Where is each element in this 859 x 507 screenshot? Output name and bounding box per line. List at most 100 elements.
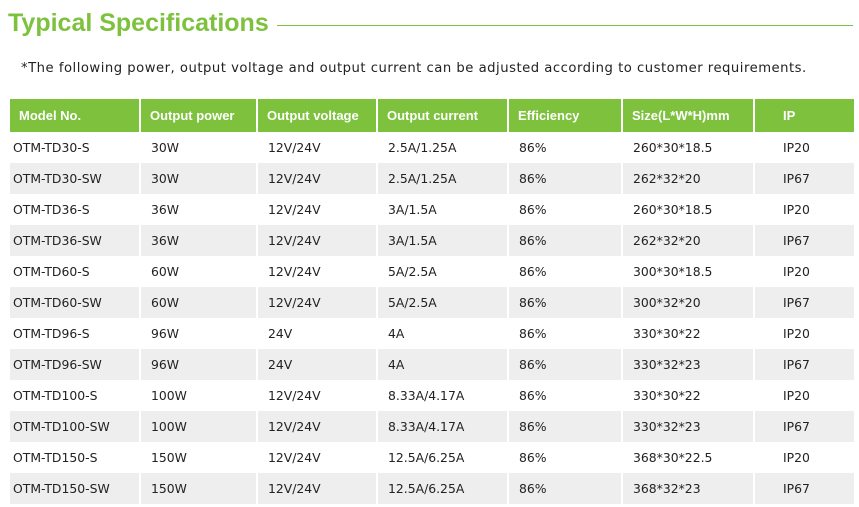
efficiency-cell: 86% bbox=[508, 473, 623, 504]
model-no-cell: OTM-TD100-S bbox=[10, 380, 141, 411]
table-row: OTM-TD100-S 100W 12V/24V 8.33A/4.17A 86% 330*… bbox=[10, 380, 854, 411]
header-size: Size(L*W*H)mm bbox=[622, 99, 755, 132]
size-cell: 330*32*23 bbox=[622, 411, 755, 442]
efficiency-cell: 86% bbox=[508, 411, 623, 442]
efficiency-cell: 86% bbox=[508, 256, 623, 287]
size-cell: 368*32*23 bbox=[622, 473, 755, 504]
model-no-cell: OTM-TD150-SW bbox=[10, 473, 141, 504]
output-power-cell: 150W bbox=[140, 442, 258, 473]
table-row: OTM-TD30-S 30W 12V/24V 2.5A/1.25A 86% 260*30*… bbox=[10, 132, 854, 163]
output-voltage-cell: 12V/24V bbox=[257, 380, 378, 411]
model-no-cell: OTM-TD150-S bbox=[10, 442, 141, 473]
output-power-cell: 100W bbox=[140, 411, 258, 442]
header-model-no: Model No. bbox=[10, 99, 141, 132]
model-no-cell: OTM-TD96-SW bbox=[10, 349, 141, 380]
output-voltage-cell: 24V bbox=[257, 349, 378, 380]
size-cell: 300*30*18.5 bbox=[622, 256, 755, 287]
output-current-cell: 12.5A/6.25A bbox=[377, 473, 509, 504]
ip-cell: IP20 bbox=[783, 326, 810, 341]
header-efficiency: Efficiency bbox=[508, 99, 623, 132]
efficiency-cell: 86% bbox=[508, 442, 623, 473]
model-no-cell: OTM-TD36-SW bbox=[10, 225, 141, 256]
table-row: OTM-TD150-SW 150W 12V/24V 12.5A/6.25A 86% 368… bbox=[10, 473, 854, 504]
model-no-cell: OTM-TD100-SW bbox=[10, 411, 141, 442]
table-row: OTM-TD36-SW 36W 12V/24V 3A/1.5A 86% 262*32*20… bbox=[10, 225, 854, 256]
output-power-cell: 36W bbox=[140, 194, 258, 225]
table-body: OTM-TD30-S 30W 12V/24V 2.5A/1.25A 86% 260*30*… bbox=[10, 132, 854, 504]
table-row: OTM-TD96-SW 96W 24V 4A 86% 330*32*23 IP67 bbox=[10, 349, 854, 380]
header-output-voltage: Output voltage bbox=[257, 99, 378, 132]
output-current-cell: 4A bbox=[377, 349, 509, 380]
output-power-cell: 30W bbox=[140, 163, 258, 194]
table-header-row: Model No. Output power Output voltage Ou… bbox=[10, 99, 854, 132]
efficiency-cell: 86% bbox=[508, 225, 623, 256]
output-power-cell: 60W bbox=[140, 256, 258, 287]
size-cell: 300*32*20 bbox=[622, 287, 755, 318]
spec-table: Model No. Output power Output voltage Ou… bbox=[10, 99, 854, 504]
model-no-cell: OTM-TD96-S bbox=[10, 318, 141, 349]
ip-cell: IP67 bbox=[754, 473, 854, 504]
ip-cell: IP67 bbox=[754, 225, 854, 256]
ip-cell: IP20 bbox=[783, 388, 810, 403]
table-row: OTM-TD36-S 36W 12V/24V 3A/1.5A 86% 260*30*18.… bbox=[10, 194, 854, 225]
output-power-cell: 96W bbox=[140, 318, 258, 349]
page-title: Typical Specifications bbox=[8, 8, 269, 37]
output-voltage-cell: 12V/24V bbox=[257, 225, 378, 256]
output-voltage-cell: 12V/24V bbox=[257, 473, 378, 504]
efficiency-cell: 86% bbox=[508, 163, 623, 194]
ip-cell: IP20 bbox=[783, 264, 810, 279]
ip-cell: IP67 bbox=[754, 411, 854, 442]
output-power-cell: 96W bbox=[140, 349, 258, 380]
output-power-cell: 36W bbox=[140, 225, 258, 256]
spec-page: Typical Specifications *The following po… bbox=[0, 0, 859, 507]
output-power-cell: 60W bbox=[140, 287, 258, 318]
output-current-cell: 8.33A/4.17A bbox=[377, 380, 509, 411]
output-voltage-cell: 12V/24V bbox=[257, 256, 378, 287]
size-cell: 330*30*22 bbox=[622, 380, 755, 411]
ip-cell: IP20 bbox=[783, 202, 810, 217]
ip-cell: IP20 bbox=[783, 450, 810, 465]
title-divider bbox=[276, 24, 853, 26]
table-row: OTM-TD30-SW 30W 12V/24V 2.5A/1.25A 86% 262*32… bbox=[10, 163, 854, 194]
table-row: OTM-TD100-SW 100W 12V/24V 8.33A/4.17A 86% 330… bbox=[10, 411, 854, 442]
model-no-cell: OTM-TD30-SW bbox=[10, 163, 141, 194]
output-voltage-cell: 12V/24V bbox=[257, 287, 378, 318]
ip-cell: IP67 bbox=[754, 163, 854, 194]
output-power-cell: 30W bbox=[140, 132, 258, 163]
ip-cell: IP20 bbox=[783, 140, 810, 155]
table-row: OTM-TD150-S 150W 12V/24V 12.5A/6.25A 86% 368*… bbox=[10, 442, 854, 473]
adjustment-note: *The following power, output voltage and… bbox=[21, 61, 807, 76]
ip-cell: IP67 bbox=[754, 287, 854, 318]
header-output-current: Output current bbox=[377, 99, 509, 132]
output-voltage-cell: 12V/24V bbox=[257, 132, 378, 163]
model-no-cell: OTM-TD30-S bbox=[10, 132, 141, 163]
size-cell: 368*30*22.5 bbox=[622, 442, 755, 473]
output-voltage-cell: 12V/24V bbox=[257, 163, 378, 194]
size-cell: 262*32*20 bbox=[622, 225, 755, 256]
model-no-cell: OTM-TD60-SW bbox=[10, 287, 141, 318]
output-voltage-cell: 12V/24V bbox=[257, 411, 378, 442]
output-voltage-cell: 12V/24V bbox=[257, 442, 378, 473]
model-no-cell: OTM-TD36-S bbox=[10, 194, 141, 225]
efficiency-cell: 86% bbox=[508, 132, 623, 163]
output-current-cell: 5A/2.5A bbox=[377, 256, 509, 287]
ip-cell: IP67 bbox=[754, 349, 854, 380]
output-current-cell: 12.5A/6.25A bbox=[377, 442, 509, 473]
size-cell: 260*30*18.5 bbox=[622, 194, 755, 225]
output-current-cell: 2.5A/1.25A bbox=[377, 132, 509, 163]
size-cell: 330*32*23 bbox=[622, 349, 755, 380]
size-cell: 260*30*18.5 bbox=[622, 132, 755, 163]
output-voltage-cell: 12V/24V bbox=[257, 194, 378, 225]
output-current-cell: 3A/1.5A bbox=[377, 225, 509, 256]
table-row: OTM-TD60-S 60W 12V/24V 5A/2.5A 86% 300*30*18.… bbox=[10, 256, 854, 287]
efficiency-cell: 86% bbox=[508, 380, 623, 411]
table-row: OTM-TD60-SW 60W 12V/24V 5A/2.5A 86% 300*32*20… bbox=[10, 287, 854, 318]
output-power-cell: 150W bbox=[140, 473, 258, 504]
efficiency-cell: 86% bbox=[508, 287, 623, 318]
efficiency-cell: 86% bbox=[508, 349, 623, 380]
title-row: Typical Specifications bbox=[8, 6, 853, 40]
model-no-cell: OTM-TD60-S bbox=[10, 256, 141, 287]
output-current-cell: 3A/1.5A bbox=[377, 194, 509, 225]
output-current-cell: 5A/2.5A bbox=[377, 287, 509, 318]
header-output-power: Output power bbox=[140, 99, 258, 132]
